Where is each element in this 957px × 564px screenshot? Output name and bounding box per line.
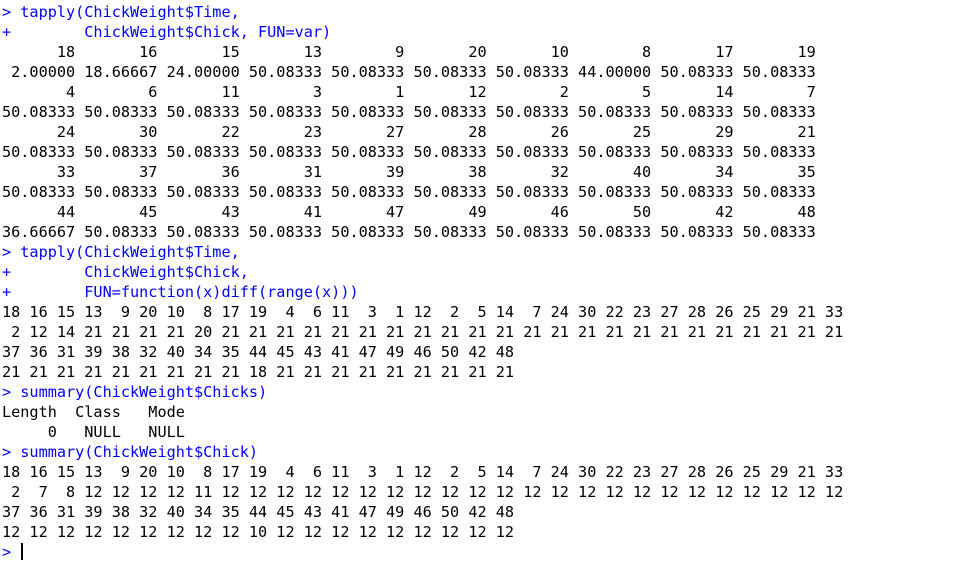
console-line-14: + ChickWeight$Chick, bbox=[2, 263, 249, 281]
console-line-5: 4 6 11 3 1 12 2 5 14 7 bbox=[2, 83, 816, 101]
console-line-21: Length Class Mode bbox=[2, 403, 185, 421]
console-line-22: 0 NULL NULL bbox=[2, 423, 185, 441]
console-line-25: 2 7 8 12 12 12 12 11 12 12 12 12 12 12 1… bbox=[2, 483, 844, 501]
console-line-26: 37 36 31 39 38 32 40 34 35 44 45 43 41 4… bbox=[2, 503, 515, 521]
console-line-8: 50.08333 50.08333 50.08333 50.08333 50.0… bbox=[2, 143, 816, 161]
text-cursor bbox=[21, 543, 24, 560]
console-line-7: 24 30 22 23 27 28 26 25 29 21 bbox=[2, 123, 816, 141]
console-line-4: 2.00000 18.66667 24.00000 50.08333 50.08… bbox=[2, 63, 816, 81]
console-line-10: 50.08333 50.08333 50.08333 50.08333 50.0… bbox=[2, 183, 816, 201]
console-line-15: + FUN=function(x)diff(range(x))) bbox=[2, 283, 359, 301]
r-console[interactable]: > tapply(ChickWeight$Time, + ChickWeight… bbox=[0, 0, 957, 564]
input-prompt: > bbox=[2, 543, 21, 561]
console-line-19: 21 21 21 21 21 21 21 21 21 18 21 21 21 2… bbox=[2, 363, 515, 381]
console-line-6: 50.08333 50.08333 50.08333 50.08333 50.0… bbox=[2, 103, 816, 121]
console-line-3: 18 16 15 13 9 20 10 8 17 19 bbox=[2, 43, 816, 61]
console-line-1: > tapply(ChickWeight$Time, bbox=[2, 3, 240, 21]
console-line-12: 36.66667 50.08333 50.08333 50.08333 50.0… bbox=[2, 223, 816, 241]
console-line-13: > tapply(ChickWeight$Time, bbox=[2, 243, 240, 261]
console-line-9: 33 37 36 31 39 38 32 40 34 35 bbox=[2, 163, 816, 181]
console-line-24: 18 16 15 13 9 20 10 8 17 19 4 6 11 3 1 1… bbox=[2, 463, 844, 481]
console-line-27: 12 12 12 12 12 12 12 12 12 10 12 12 12 1… bbox=[2, 523, 515, 541]
console-line-2: + ChickWeight$Chick, FUN=var) bbox=[2, 23, 332, 41]
console-line-17: 2 12 14 21 21 21 21 20 21 21 21 21 21 21… bbox=[2, 323, 844, 341]
console-line-23: > summary(ChickWeight$Chick) bbox=[2, 443, 259, 461]
console-line-20: > summary(ChickWeight$Chicks) bbox=[2, 383, 268, 401]
input-prompt-line[interactable]: > bbox=[2, 542, 957, 562]
console-line-16: 18 16 15 13 9 20 10 8 17 19 4 6 11 3 1 1… bbox=[2, 303, 844, 321]
console-line-18: 37 36 31 39 38 32 40 34 35 44 45 43 41 4… bbox=[2, 343, 515, 361]
console-line-11: 44 45 43 41 47 49 46 50 42 48 bbox=[2, 203, 816, 221]
